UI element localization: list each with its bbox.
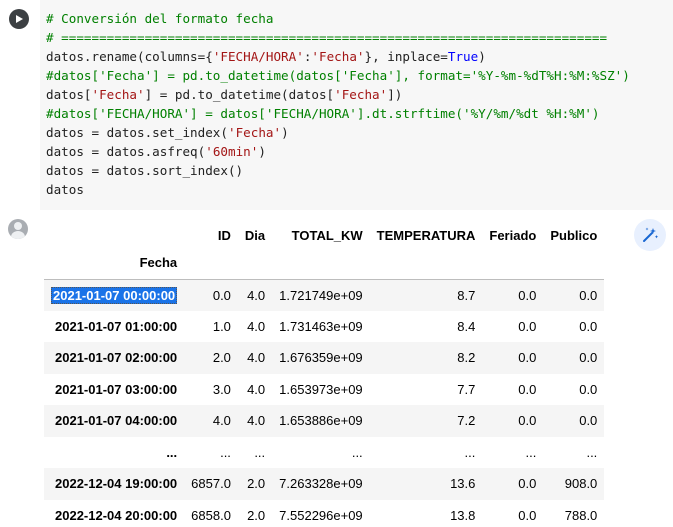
table-row: 2022-12-04 20:00:00 6858.0 2.0 7.552296e+09… xyxy=(44,500,604,527)
table-cell: 13.6 xyxy=(450,476,476,492)
table-cell: ... xyxy=(220,444,231,460)
code-line: datos = datos.asfreq('60min') xyxy=(46,144,266,159)
code-line: datos = datos.sort_index() xyxy=(46,163,244,178)
magic-wand-icon xyxy=(643,227,659,242)
table-row: ..................... xyxy=(44,437,604,469)
table-cell: 908.0 xyxy=(564,476,598,492)
code-line: datos xyxy=(46,182,84,197)
table-row: 2021-01-07 03:00:00 3.0 4.0 1.653973e+09 7.7… xyxy=(44,374,604,406)
table-cell: 1.731463e+09 xyxy=(279,318,363,334)
table-cell: 2.0 xyxy=(212,350,231,366)
cell-output: ID Dia TOTAL_KW TEMPERATURA Feriado Publico F… xyxy=(0,210,673,527)
code-cell: # Conversión del formato fecha # ========… xyxy=(0,0,673,210)
run-cell-button[interactable] xyxy=(9,9,29,29)
table-row: 2022-12-04 19:00:00 6857.0 2.0 7.263328e+09… xyxy=(44,468,605,500)
table-cell: 13.8 xyxy=(450,507,476,523)
table-cell: ... xyxy=(351,444,363,460)
table-cell: 0.0 xyxy=(518,507,537,523)
code-editor[interactable]: # Conversión del formato fecha # ========… xyxy=(40,0,673,210)
table-row: 2021-01-07 01:00:00 1.0 4.0 1.731463e+09 8.4… xyxy=(44,311,604,343)
table-cell: 4.0 xyxy=(212,413,231,429)
table-cell: 8.2 xyxy=(457,350,476,366)
row-index: 2021-01-07 00:00:00 xyxy=(51,286,178,304)
table-cell: 0.0 xyxy=(579,413,598,429)
table-cell: 1.721749e+09 xyxy=(279,287,363,303)
row-index: 2021-01-07 01:00:00 xyxy=(55,318,178,334)
magic-wand-button[interactable] xyxy=(634,219,666,251)
table-cell: 0.0 xyxy=(518,476,537,492)
table-cell: ... xyxy=(586,444,598,460)
table-cell: 4.0 xyxy=(247,287,266,303)
column-header: Feriado xyxy=(489,227,537,243)
table-cell: 0.0 xyxy=(518,381,537,397)
row-index: ... xyxy=(166,444,178,460)
table-cell: 3.0 xyxy=(212,381,231,397)
table-cell: 2.0 xyxy=(247,476,266,492)
table-cell: 7.263328e+09 xyxy=(279,476,363,492)
table-cell: 6858.0 xyxy=(191,507,231,523)
code-line: datos['Fecha'] = pd.to_datetime(datos['F… xyxy=(46,87,403,102)
column-header: TOTAL_KW xyxy=(291,227,363,243)
user-avatar-icon xyxy=(8,219,28,239)
table-row: 2021-01-07 00:00:00 0.0 4.0 1.721749e+09 8.7… xyxy=(44,279,605,311)
table-row: 2021-01-07 04:00:00 4.0 4.0 1.653886e+09 7.2… xyxy=(44,405,605,437)
table-cell: 1.653886e+09 xyxy=(279,413,363,429)
column-header: Publico xyxy=(550,227,598,243)
table-cell: 8.4 xyxy=(457,318,476,334)
table-cell: 0.0 xyxy=(212,287,231,303)
column-header: ID xyxy=(217,227,231,243)
code-line: # ======================================… xyxy=(46,30,608,45)
table-cell: 0.0 xyxy=(579,350,598,366)
table-cell: 0.0 xyxy=(518,413,537,429)
play-icon xyxy=(16,15,23,23)
dataframe-table: ID Dia TOTAL_KW TEMPERATURA Feriado Publico F… xyxy=(44,223,605,527)
table-cell: 2.0 xyxy=(247,507,266,523)
table-cell: 4.0 xyxy=(247,413,266,429)
table-cell: 0.0 xyxy=(579,287,598,303)
table-cell: ... xyxy=(464,444,476,460)
row-index: 2022-12-04 19:00:00 xyxy=(55,476,178,492)
table-cell: 0.0 xyxy=(579,318,598,334)
table-row: 2021-01-07 02:00:00 2.0 4.0 1.676359e+09 8.2… xyxy=(44,342,605,374)
table-cell: 4.0 xyxy=(247,381,266,397)
row-index: 2021-01-07 03:00:00 xyxy=(55,381,178,397)
table-cell: 7.552296e+09 xyxy=(279,507,363,523)
row-index: 2022-12-04 20:00:00 xyxy=(55,507,178,523)
code-line: datos = datos.set_index('Fecha') xyxy=(46,125,289,140)
table-cell: 0.0 xyxy=(579,381,598,397)
index-name: Fecha xyxy=(139,255,178,271)
table-cell: 4.0 xyxy=(247,318,266,334)
table-cell: 8.7 xyxy=(457,287,476,303)
table-cell: 0.0 xyxy=(518,318,537,334)
code-line: datos.rename(columns={'FECHA/HORA':'Fech… xyxy=(46,49,486,64)
table-cell: 788.0 xyxy=(564,507,598,523)
table-cell: 6857.0 xyxy=(191,476,231,492)
code-line: # Conversión del formato fecha xyxy=(46,11,274,26)
code-line: #datos['FECHA/HORA'] = datos['FECHA/HORA… xyxy=(46,106,600,121)
table-cell: 0.0 xyxy=(518,350,537,366)
code-line: #datos['Fecha'] = pd.to_datetime(datos['… xyxy=(46,68,630,83)
table-cell: ... xyxy=(525,444,537,460)
row-index: 2021-01-07 02:00:00 xyxy=(55,350,178,366)
column-header: Dia xyxy=(244,227,266,243)
column-header: TEMPERATURA xyxy=(376,227,476,243)
row-index: 2021-01-07 04:00:00 xyxy=(55,413,178,429)
table-cell: 1.676359e+09 xyxy=(279,350,363,366)
table-cell: 1.653973e+09 xyxy=(279,381,363,397)
table-cell: 4.0 xyxy=(247,350,266,366)
table-cell: 7.7 xyxy=(457,381,476,397)
table-cell: 1.0 xyxy=(212,318,231,334)
table-cell: 7.2 xyxy=(457,413,476,429)
table-cell: ... xyxy=(254,444,266,460)
table-cell: 0.0 xyxy=(518,287,537,303)
